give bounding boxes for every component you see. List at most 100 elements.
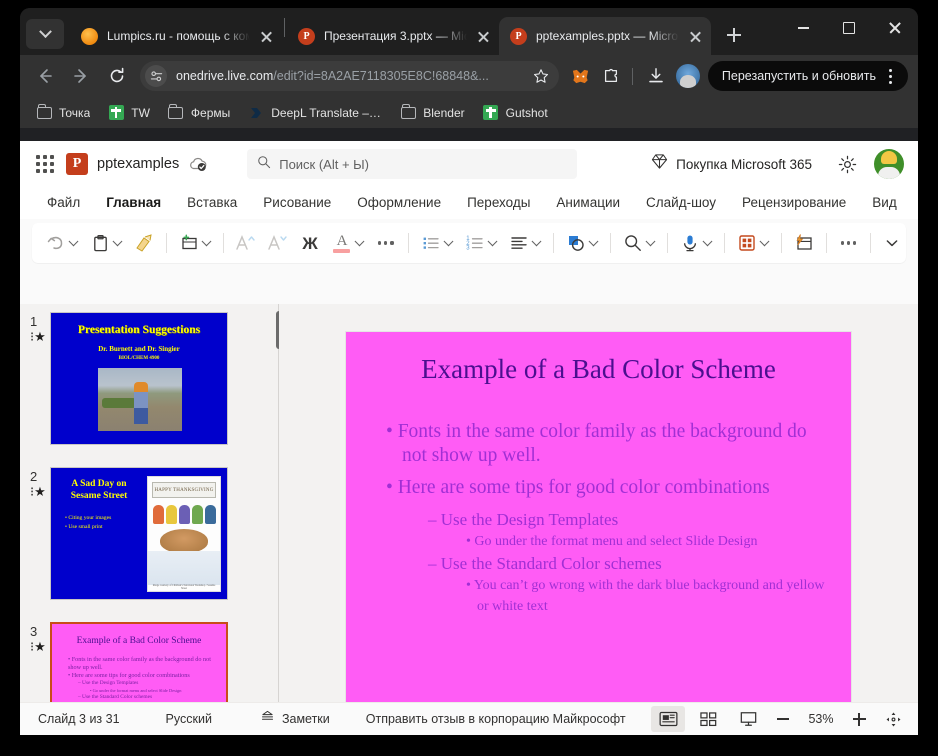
gear-icon[interactable] [832, 149, 862, 179]
slide-2-preview[interactable]: A Sad Day on Sesame Street Citing your i… [50, 467, 228, 600]
chevron-down-icon[interactable] [112, 235, 123, 246]
bookmark-star-icon[interactable] [529, 64, 553, 88]
bookmark-tw[interactable]: TW [100, 101, 158, 125]
chevron-down-icon[interactable] [201, 235, 212, 246]
bullets-button[interactable] [415, 228, 459, 258]
designer-button[interactable] [731, 228, 775, 258]
forward-button[interactable] [66, 61, 96, 91]
numbering-button[interactable]: 123 [459, 228, 503, 258]
slide-thumbnail-2[interactable]: 2 ⁝★ A Sad Day on Sesame Street Citing y… [20, 459, 276, 614]
more-font-options-button[interactable] [370, 241, 402, 245]
shapes-button[interactable] [560, 228, 604, 258]
fit-slide-button[interactable] [878, 706, 908, 732]
more-ribbon-commands-button[interactable] [833, 241, 865, 245]
slide-bullet-4: Go under the format menu and select Slid… [466, 531, 833, 552]
new-tab-button[interactable] [719, 20, 749, 50]
restart-update-button[interactable]: Перезапустить и обновить [707, 61, 908, 91]
decrease-font-size-button[interactable] [262, 228, 294, 258]
bookmark-gutshot[interactable]: Gutshot [475, 101, 556, 125]
extensions-puzzle-icon[interactable] [597, 62, 625, 90]
ribbon-collapse-button[interactable] [877, 236, 906, 250]
bookmark-deepl[interactable]: DeepL Translate – C... [240, 101, 390, 125]
slide-indicator[interactable]: Слайд 3 из 31 [38, 712, 120, 726]
normal-view-button[interactable] [651, 706, 685, 732]
metamask-extension-icon[interactable] [567, 62, 595, 90]
chevron-down-icon[interactable] [531, 235, 542, 246]
bold-button[interactable]: Ж [294, 228, 326, 258]
downloads-icon[interactable] [642, 62, 670, 90]
close-tab-3-icon[interactable] [686, 27, 705, 46]
language-indicator[interactable]: Русский [166, 712, 212, 726]
format-painter-button[interactable] [128, 228, 160, 258]
ribbon-tab-view[interactable]: Вид [859, 187, 909, 219]
search-input[interactable]: Поиск (Alt + Ы) [247, 149, 578, 179]
chevron-down-icon[interactable] [588, 235, 599, 246]
zoom-out-button[interactable] [768, 706, 798, 732]
ribbon-tab-insert[interactable]: Вставка [174, 187, 250, 219]
site-settings-icon[interactable] [145, 65, 167, 87]
app-launcher-icon[interactable] [30, 149, 60, 179]
buy-microsoft-365-button[interactable]: Покупка Microsoft 365 [651, 153, 812, 175]
find-button[interactable] [617, 228, 661, 258]
slide-thumbnail-1[interactable]: 1 ⁝★ Presentation Suggestions Dr. Burnet… [20, 304, 276, 459]
dictate-button[interactable] [674, 228, 718, 258]
ribbon-tab-help[interactable]: Спр [910, 187, 918, 219]
browser-menu-icon[interactable] [880, 68, 900, 84]
chevron-down-icon[interactable] [68, 235, 79, 246]
close-window-button[interactable] [872, 8, 918, 48]
send-feedback-link[interactable]: Отправить отзыв в корпорацию Майкрософт [366, 712, 626, 726]
bookmark-blender[interactable]: Blender [392, 101, 472, 125]
tab-search-button[interactable] [26, 19, 64, 49]
slide-3-preview-selected[interactable]: Example of a Bad Color Scheme Fonts in t… [50, 622, 228, 702]
slideshow-view-button[interactable] [731, 706, 765, 732]
slide-sorter-view-button[interactable] [691, 706, 725, 732]
chevron-down-icon[interactable] [487, 235, 498, 246]
close-tab-2-icon[interactable] [474, 27, 493, 46]
slide-title-placeholder[interactable]: Example of a Bad Color Scheme [346, 354, 851, 385]
slide-thumbnail-panel[interactable]: 1 ⁝★ Presentation Suggestions Dr. Burnet… [20, 304, 276, 702]
chevron-down-icon[interactable] [354, 235, 365, 246]
paste-button[interactable] [84, 228, 128, 258]
ribbon-tab-review[interactable]: Рецензирование [729, 187, 859, 219]
ribbon-tab-animations[interactable]: Анимации [543, 187, 633, 219]
ribbon-container: Ж A 1 2 3 [20, 219, 918, 263]
chevron-down-icon[interactable] [702, 235, 713, 246]
ribbon-tab-home[interactable]: Главная [93, 187, 174, 219]
increase-font-size-button[interactable] [230, 228, 262, 258]
font-color-button[interactable]: A [326, 228, 370, 258]
browser-tab-1[interactable]: Lumpics.ru - помощь с ком [70, 17, 282, 55]
align-button[interactable] [503, 228, 547, 258]
chevron-down-icon[interactable] [443, 235, 454, 246]
account-avatar[interactable] [874, 149, 904, 179]
slide-body-placeholder[interactable]: Fonts in the same color family as the ba… [386, 420, 833, 617]
address-bar[interactable]: onedrive.live.com/edit?id=8A2AE7118305E8… [140, 61, 559, 91]
close-tab-1-icon[interactable] [257, 27, 276, 46]
chevron-down-icon[interactable] [759, 235, 770, 246]
zoom-level[interactable]: 53% [798, 712, 844, 726]
ribbon-tab-draw[interactable]: Рисование [250, 187, 344, 219]
chevron-down-icon[interactable] [645, 235, 656, 246]
notes-button[interactable]: Заметки [260, 710, 330, 728]
zoom-in-button[interactable] [844, 706, 874, 732]
current-slide[interactable]: Example of a Bad Color Scheme Fonts in t… [346, 332, 851, 712]
slide-thumbnail-3[interactable]: 3 ⁝★ Example of a Bad Color Scheme Fonts… [20, 614, 276, 702]
document-title[interactable]: pptexamples [97, 156, 179, 172]
ribbon-tab-slideshow[interactable]: Слайд-шоу [633, 187, 729, 219]
browser-tab-3-active[interactable]: P pptexamples.pptx — Micro [499, 17, 711, 55]
ribbon-tab-file[interactable]: Файл [34, 187, 93, 219]
reload-button[interactable] [102, 61, 132, 91]
new-slide-button[interactable] [173, 228, 217, 258]
restart-update-label: Перезапустить и обновить [721, 69, 876, 83]
undo-button[interactable] [40, 228, 84, 258]
minimize-window-button[interactable] [780, 8, 826, 48]
ribbon-tab-transitions[interactable]: Переходы [454, 187, 543, 219]
copilot-button[interactable] [788, 228, 820, 258]
bookmark-tochka[interactable]: Точка [28, 101, 98, 125]
slide-1-preview[interactable]: Presentation Suggestions Dr. Burnett and… [50, 312, 228, 445]
maximize-window-button[interactable] [826, 8, 872, 48]
profile-avatar[interactable] [675, 64, 700, 88]
browser-tab-2[interactable]: P Презентация 3.pptx — Mic [287, 17, 499, 55]
bookmark-fermy[interactable]: Фермы [160, 101, 238, 125]
ribbon-tab-design[interactable]: Оформление [344, 187, 454, 219]
back-button[interactable] [30, 61, 60, 91]
